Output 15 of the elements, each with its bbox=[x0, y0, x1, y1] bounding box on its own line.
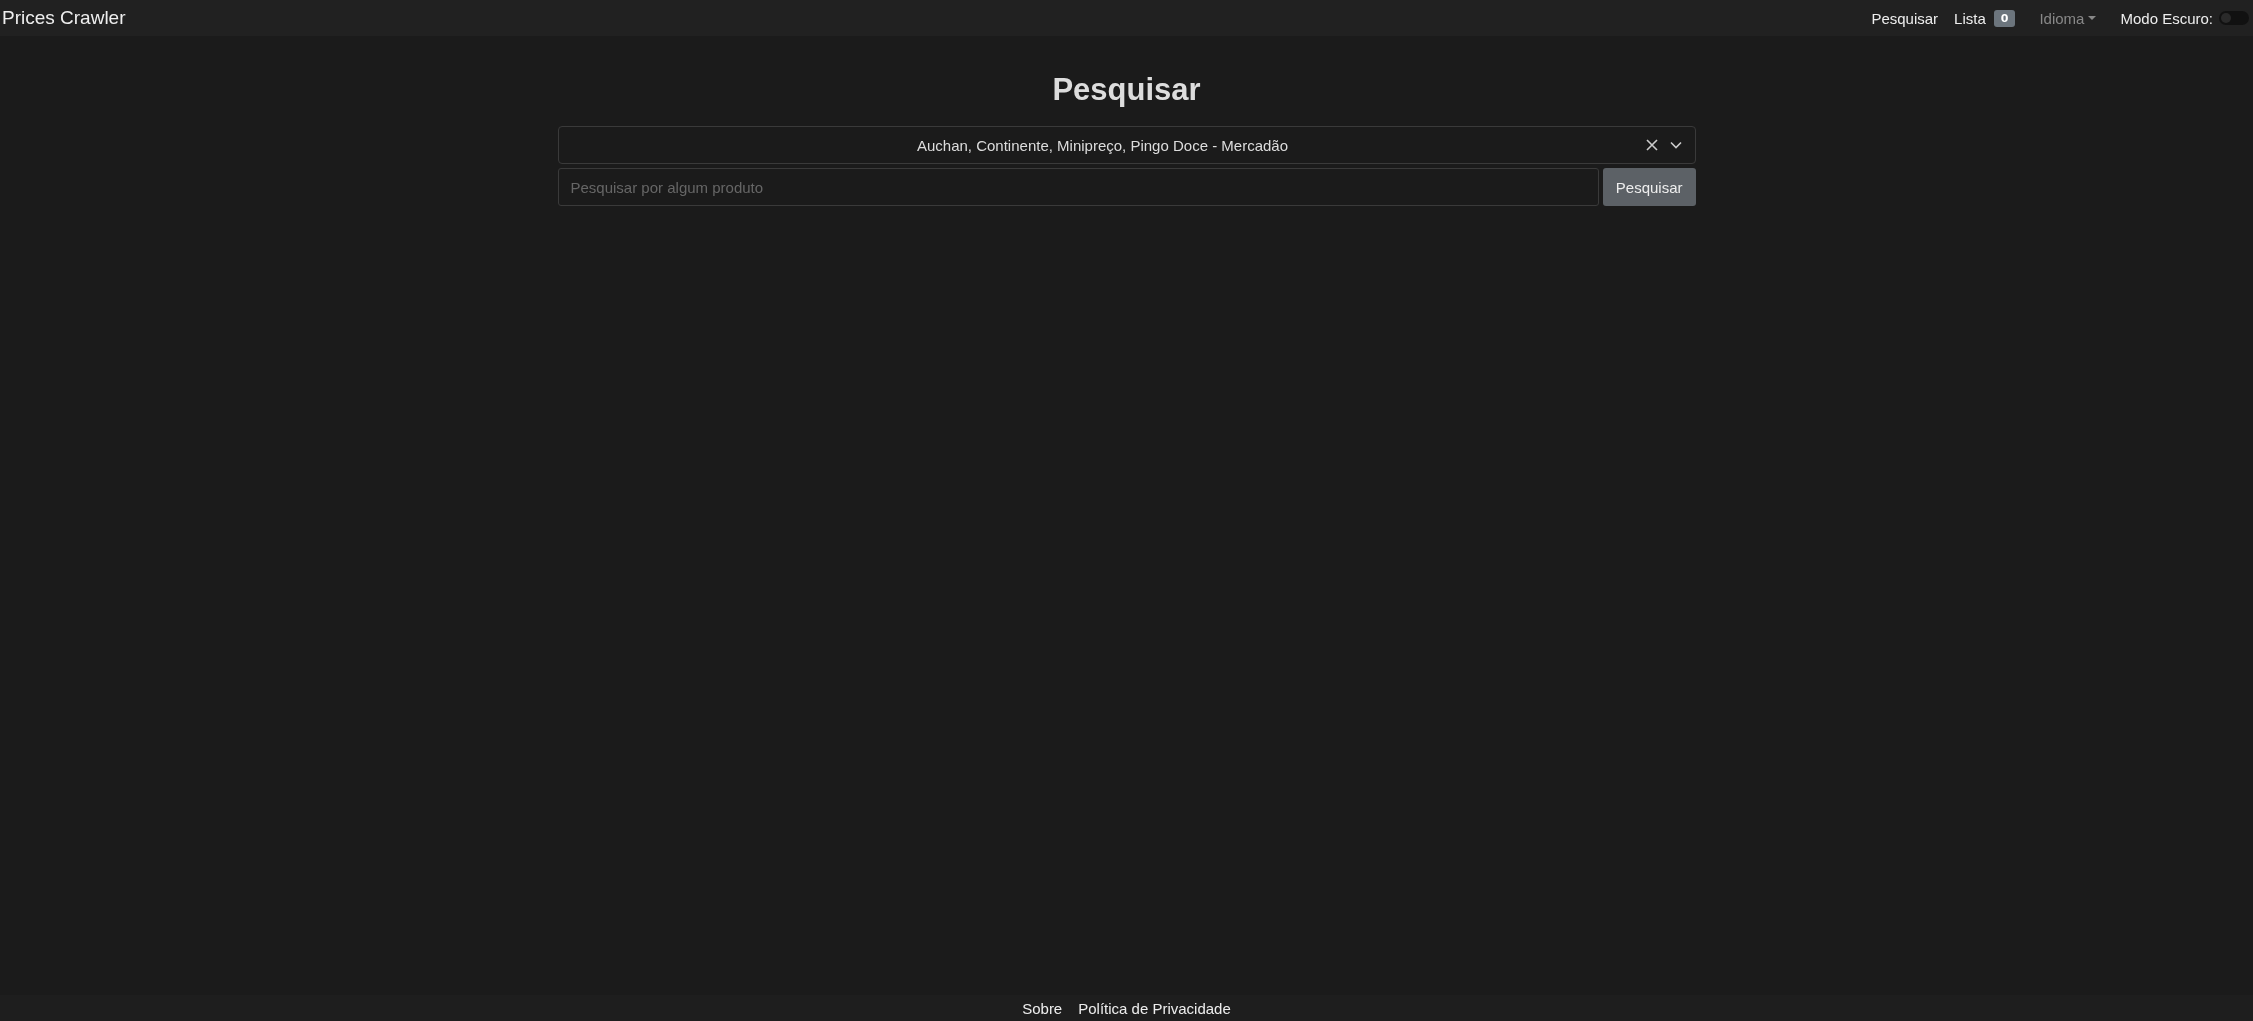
dark-mode-toggle[interactable] bbox=[2219, 11, 2249, 25]
footer-link[interactable]: Sobre bbox=[1022, 999, 1063, 1017]
store-select[interactable]: Auchan, Continente, Minipreço, Pingo Doce - Mercadão bbox=[557, 126, 1696, 164]
caret-icon bbox=[2088, 16, 2097, 20]
nav-link[interactable]: Lista bbox=[1954, 9, 1986, 27]
page-heading: Pesquisar bbox=[1052, 72, 1201, 108]
footer-link[interactable]: Política de Privacidade bbox=[1078, 999, 1231, 1017]
language-dropdown[interactable]: Idioma bbox=[2039, 9, 2085, 27]
clear-icon[interactable] bbox=[1644, 138, 1659, 152]
search-button[interactable]: Pesquisar bbox=[1602, 168, 1696, 206]
count-badge: 0 bbox=[1993, 9, 2016, 27]
brand-link[interactable]: Prices Crawler bbox=[2, 7, 126, 29]
dark-mode-label: Modo Escuro: bbox=[2120, 9, 2213, 27]
search-field[interactable]: Pesquisar por algum produto bbox=[557, 168, 1599, 206]
nav-link[interactable]: Pesquisar bbox=[1871, 9, 1939, 27]
